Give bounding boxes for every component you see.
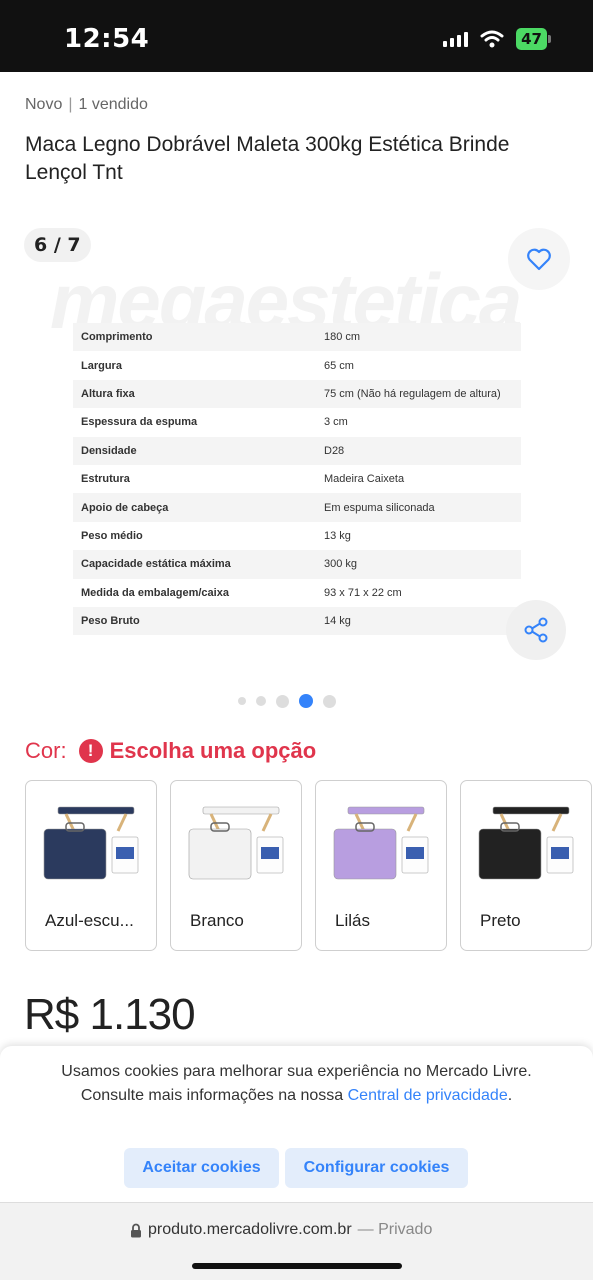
spec-value: 93 x 71 x 22 cm [324, 586, 402, 599]
color-option-label: Lilás [335, 911, 370, 930]
pagination-dot[interactable] [323, 694, 336, 708]
share-icon [524, 617, 548, 643]
product-title: Maca Legno Dobrável Maleta 300kg Estétic… [25, 133, 510, 184]
color-option-azul[interactable]: Azul-escu... [25, 780, 157, 951]
spec-key: Largura [81, 359, 122, 372]
product-subtitle: Novo | 1 vendido [25, 96, 148, 114]
color-label: Cor: [25, 738, 67, 763]
battery-icon: 47 [516, 28, 551, 50]
product-thumbnail [333, 806, 429, 880]
battery-level: 47 [516, 28, 547, 50]
product-thumbnail [188, 806, 284, 880]
subtitle-separator: | [68, 96, 73, 113]
condition-label: Novo [25, 96, 63, 113]
accept-cookies-button[interactable]: Aceitar cookies [124, 1148, 279, 1188]
favorite-button[interactable] [508, 228, 570, 290]
spec-key: Peso Bruto [73, 606, 316, 636]
share-button[interactable] [506, 600, 566, 660]
signal-icon [443, 31, 469, 47]
spec-row: Estrutura Madeira Caixeta [73, 465, 521, 493]
status-bar: 12:54 47 [0, 0, 593, 72]
product-thumbnail [43, 806, 139, 880]
spec-row: Altura fixa 75 cm (Não há regulagem de al… [73, 379, 521, 409]
spec-value: 75 cm (Não há regulagem de altura) [316, 379, 521, 409]
spec-row: Peso Bruto 14 kg [73, 606, 521, 636]
color-error-message: Escolha uma opção [109, 738, 317, 763]
url-text: produto.mercadolivre.com.br [148, 1221, 352, 1238]
specs-table: Comprimento 180 cm Largura 65 cm Altura fixa… [73, 323, 521, 636]
product-price: R$ 1.130 [24, 990, 196, 1039]
status-time: 12:54 [64, 24, 150, 54]
sold-count: 1 vendido [78, 96, 148, 113]
pagination-dot[interactable] [238, 697, 246, 705]
spec-row: Medida da embalagem/caixa 93 x 71 x 22 cm [73, 579, 521, 607]
color-option-preto[interactable]: Preto [460, 780, 592, 951]
spec-row: Espessura da espuma 3 cm [73, 408, 521, 436]
color-options: Azul-escu... Branco Lilás Preto [25, 780, 592, 951]
configure-cookies-button[interactable]: Configurar cookies [285, 1148, 468, 1188]
spec-value: 300 kg [316, 550, 521, 579]
spec-row: Comprimento 180 cm [73, 323, 521, 352]
status-icons: 47 [443, 28, 551, 50]
cookie-banner: Usamos cookies para melhorar sua experiê… [0, 1046, 593, 1202]
spec-key: Apoio de cabeça [73, 493, 316, 522]
spec-value: 13 kg [324, 529, 351, 542]
spec-key: Peso médio [81, 529, 143, 542]
spec-key: Estrutura [81, 473, 130, 486]
color-option-label: Azul-escu... [45, 911, 134, 930]
product-thumbnail [478, 806, 574, 880]
spec-key: Altura fixa [73, 379, 316, 409]
spec-key: Espessura da espuma [81, 416, 198, 429]
privacy-link[interactable]: Central de privacidade [348, 1087, 508, 1104]
pagination-dot[interactable] [299, 694, 313, 708]
alert-icon: ! [78, 739, 103, 763]
gallery-pagination[interactable] [238, 694, 336, 708]
lock-icon [131, 1223, 141, 1237]
wifi-icon [480, 30, 504, 48]
color-option-label: Branco [190, 911, 244, 930]
pagination-dot[interactable] [276, 694, 289, 708]
browser-url-bar[interactable]: produto.mercadolivre.com.br — Privado [0, 1202, 593, 1280]
private-label: — Privado [357, 1221, 433, 1238]
pagination-dot[interactable] [256, 696, 266, 706]
color-option-label: Preto [480, 911, 521, 930]
heart-icon [527, 248, 551, 271]
cookie-text-end: . [507, 1087, 513, 1104]
spec-key: Comprimento [73, 323, 316, 352]
spec-value: 14 kg [316, 606, 521, 636]
spec-row: Capacidade estática máxima 300 kg [73, 550, 521, 579]
spec-key: Densidade [73, 436, 316, 465]
cookie-message: Usamos cookies para melhorar sua experiê… [40, 1060, 553, 1108]
url-row[interactable]: produto.mercadolivre.com.br — Privado [130, 1221, 432, 1239]
spec-value: Em espuma siliconada [316, 493, 521, 522]
spec-key: Medida da embalagem/caixa [81, 586, 229, 599]
spec-row: Peso médio 13 kg [73, 522, 521, 550]
home-indicator [192, 1263, 402, 1269]
spec-row: Apoio de cabeça Em espuma siliconada [73, 493, 521, 522]
spec-key: Capacidade estática máxima [73, 550, 316, 579]
spec-value: 3 cm [324, 416, 348, 429]
spec-value: Madeira Caixeta [324, 473, 405, 486]
spec-value: 65 cm [324, 359, 354, 372]
color-option-branco[interactable]: Branco [170, 780, 302, 951]
color-selector-header: Cor: ! Escolha uma opção [25, 738, 316, 764]
color-option-lilas[interactable]: Lilás [315, 780, 447, 951]
spec-row: Largura 65 cm [73, 351, 521, 379]
spec-row: Densidade D28 [73, 436, 521, 465]
image-counter: 6 / 7 [24, 228, 91, 262]
spec-value: 180 cm [316, 323, 521, 352]
spec-value: D28 [316, 436, 521, 465]
